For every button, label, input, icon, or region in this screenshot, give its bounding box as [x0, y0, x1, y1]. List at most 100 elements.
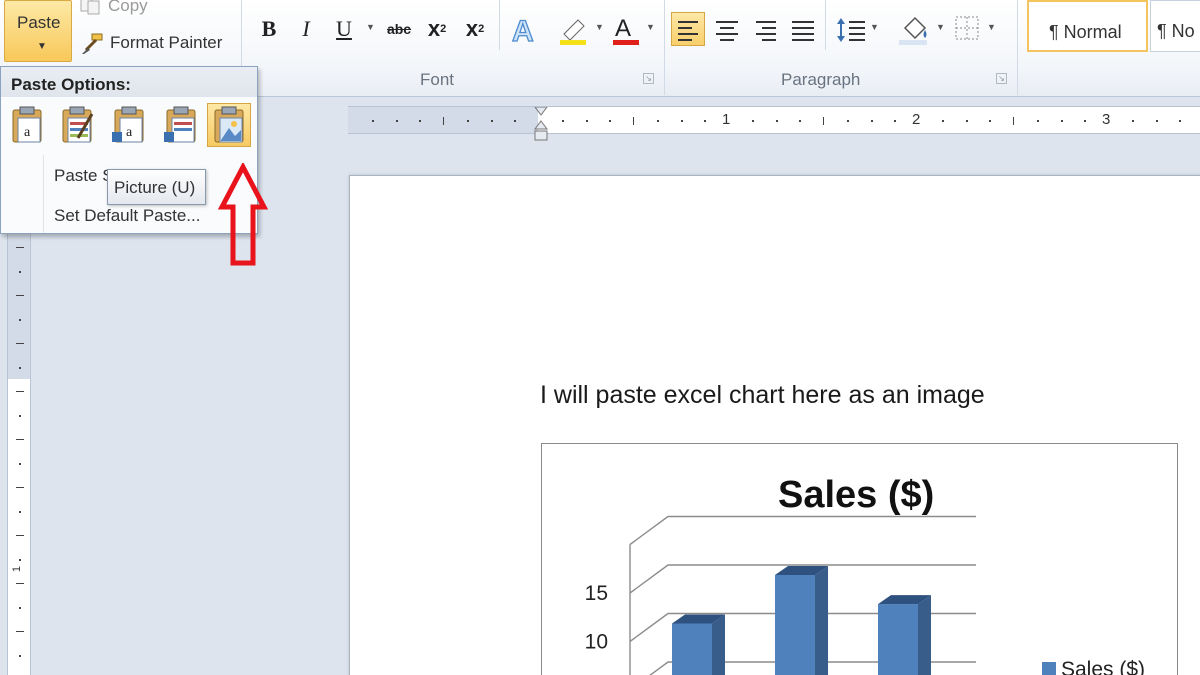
pasted-chart[interactable]: Sales ($) 10 15 Sales ($) [541, 443, 1178, 675]
picture-icon [214, 106, 244, 143]
vertical-ruler-number: 1 [11, 565, 24, 573]
chart-legend-swatch [1042, 662, 1056, 675]
paste-as-picture-button[interactable] [207, 103, 251, 147]
font-color-dropdown-icon[interactable]: ▼ [646, 22, 655, 32]
paste-button[interactable]: Paste ▼ [4, 0, 72, 62]
keep-source-formatting-button[interactable]: a [5, 103, 49, 147]
chart-bar [672, 623, 712, 675]
embed-workbook-button[interactable]: a [107, 103, 151, 147]
link-data-icon [164, 106, 196, 143]
ruler-tick [799, 120, 802, 122]
horizontal-ruler[interactable]: 1 2 3 [348, 106, 1200, 141]
chart-gridline [629, 515, 976, 546]
strikethrough-button[interactable]: abc [383, 14, 415, 44]
vertical-ruler-tick [16, 487, 24, 488]
format-painter-button[interactable]: Format Painter [80, 32, 222, 54]
borders-dropdown-icon[interactable]: ▼ [987, 22, 996, 32]
ruler-tick [490, 120, 493, 122]
ruler-tick [371, 120, 374, 122]
font-color-icon[interactable]: A [612, 12, 642, 46]
vertical-ruler-tick [16, 247, 24, 248]
chart-bar-side [712, 614, 725, 675]
ruler-tick [514, 120, 517, 122]
vertical-ruler-tick [16, 631, 24, 632]
line-spacing-dropdown-icon[interactable]: ▼ [870, 22, 879, 32]
underline-dropdown-icon[interactable]: ▼ [366, 22, 375, 32]
superscript-mark: 2 [478, 23, 485, 35]
embed-workbook-icon: a [112, 106, 144, 143]
shading-dropdown-icon[interactable]: ▼ [936, 22, 945, 32]
font-dialog-launcher-icon[interactable]: ↘ [643, 73, 654, 84]
vertical-ruler-tick [19, 655, 21, 657]
paste-label: Paste [17, 13, 61, 32]
subscript-mark: 2 [440, 23, 447, 35]
chart-plot: 10 15 Sales ($) [585, 515, 1145, 675]
chart-y-ticks: 10 15 [585, 582, 608, 654]
paste-special-item[interactable]: Paste S [54, 166, 114, 186]
text-effects-icon[interactable]: A [510, 14, 540, 46]
vertical-ruler-tick [19, 271, 21, 273]
document-page[interactable]: I will paste excel chart here as an imag… [349, 175, 1200, 675]
ruler-tick [466, 120, 469, 122]
paragraph-divider [1017, 0, 1018, 95]
copy-button[interactable]: Copy [80, 0, 148, 16]
vertical-ruler-tick [19, 559, 21, 561]
chart-bar-side [815, 566, 828, 675]
ruler-tick [443, 117, 444, 125]
ruler-tick [680, 120, 683, 122]
use-destination-theme-button[interactable] [55, 103, 99, 147]
vertical-ruler-tick [16, 439, 24, 440]
svg-text:a: a [24, 125, 31, 140]
font-inner-divider [499, 0, 500, 50]
ruler-tick [609, 120, 612, 122]
borders-icon[interactable] [953, 14, 981, 44]
ruler-tick [823, 117, 824, 125]
vertical-ruler-tick [16, 343, 24, 344]
chevron-down-icon: ▼ [37, 41, 47, 52]
align-right-button[interactable] [747, 12, 781, 46]
red-arrow-icon [218, 163, 268, 266]
justify-button[interactable] [785, 12, 819, 46]
subscript-button[interactable]: x2 [424, 14, 450, 44]
ruler-tick [656, 120, 659, 122]
style-no-spacing[interactable]: ¶ No [1150, 0, 1200, 52]
underline-button[interactable]: U [333, 14, 355, 44]
paragraph-inner-divider [825, 0, 826, 50]
paste-options-header: Paste Options: [1, 67, 257, 97]
set-default-paste-item[interactable]: Set Default Paste... [54, 206, 200, 226]
style-normal[interactable]: ¶ Normal [1027, 0, 1148, 52]
align-center-button[interactable] [709, 12, 743, 46]
vertical-ruler[interactable]: 1 [7, 233, 31, 675]
vertical-ruler-tick [19, 367, 21, 369]
ruler-number: 3 [1102, 111, 1111, 128]
paragraph-dialog-launcher-icon[interactable]: ↘ [996, 73, 1007, 84]
highlight-icon[interactable] [558, 14, 590, 46]
subscript-label: x [427, 16, 441, 41]
align-left-button[interactable] [671, 12, 705, 46]
line-spacing-icon[interactable] [835, 16, 867, 44]
copy-icon [80, 0, 100, 15]
ruler-tick [846, 120, 849, 122]
bold-button[interactable]: B [256, 14, 282, 44]
indent-marker-icon[interactable] [534, 107, 548, 143]
chart-legend: Sales ($) [1042, 658, 1145, 675]
font-divider [664, 0, 665, 95]
ruler-tick [561, 120, 564, 122]
link-data-button[interactable] [159, 103, 203, 147]
shading-icon[interactable] [897, 12, 931, 46]
document-text[interactable]: I will paste excel chart here as an imag… [540, 381, 985, 410]
italic-button[interactable]: I [295, 14, 317, 44]
ruler-tick [419, 120, 422, 122]
highlight-dropdown-icon[interactable]: ▼ [595, 22, 604, 32]
paste-options-title: Paste Options: [11, 75, 131, 94]
ruler-tick [585, 120, 588, 122]
superscript-button[interactable]: x2 [462, 14, 488, 44]
paragraph-group-label: Paragraph [781, 70, 861, 89]
ruler-tick [941, 120, 944, 122]
ruler-tick [989, 120, 992, 122]
ruler-tick [633, 117, 634, 125]
superscript-label: x [465, 16, 479, 41]
ruler-tick [1131, 120, 1134, 122]
ruler-tick [1060, 120, 1063, 122]
copy-label: Copy [108, 0, 148, 15]
